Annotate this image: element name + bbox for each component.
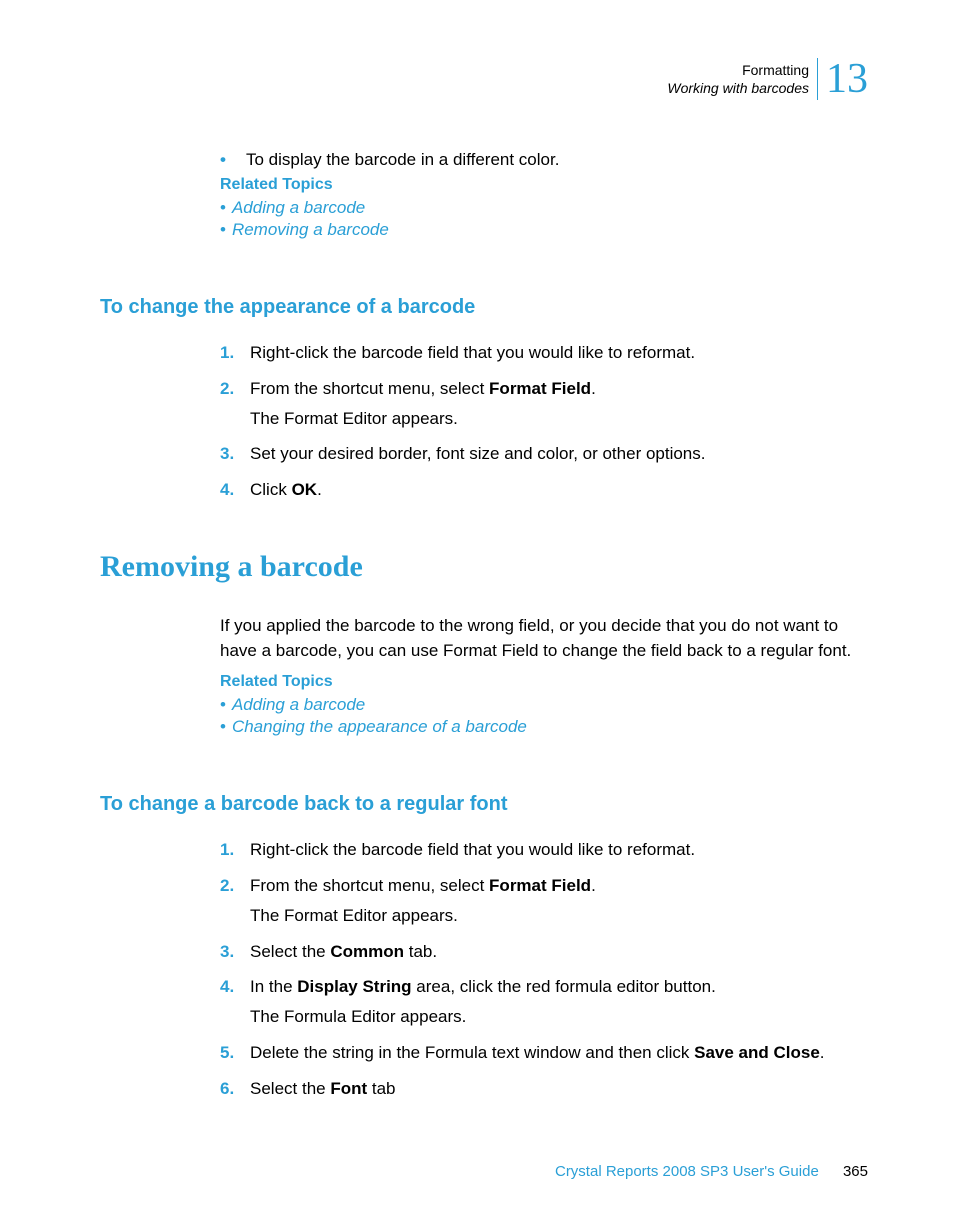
step-number: 6. — [220, 1077, 240, 1101]
step-body: Click OK. — [250, 478, 868, 502]
step-text: Click — [250, 480, 292, 499]
step-number: 3. — [220, 442, 240, 466]
steps-section1: 1. Right-click the barcode field that yo… — [220, 341, 868, 502]
header-inner: Formatting Working with barcodes 13 — [667, 58, 868, 100]
step-item: 3. Set your desired border, font size an… — [220, 442, 868, 466]
bullet-icon: • — [220, 695, 226, 715]
step-text-after: tab — [367, 1079, 395, 1098]
header-divider — [817, 58, 818, 100]
step-bold: Font — [330, 1079, 367, 1098]
paragraph: If you applied the barcode to the wrong … — [220, 614, 868, 663]
bullet-icon: • — [220, 717, 226, 737]
step-number: 2. — [220, 874, 240, 928]
bullet-icon: • — [220, 220, 226, 240]
link-text: Adding a barcode — [232, 695, 365, 715]
step-number: 1. — [220, 838, 240, 862]
header-section-name: Working with barcodes — [667, 79, 809, 97]
step-text-after: area, click the red formula editor butto… — [412, 977, 716, 996]
steps-section2: 1. Right-click the barcode field that yo… — [220, 838, 868, 1100]
page-number: 365 — [843, 1163, 868, 1180]
footer-title: Crystal Reports 2008 SP3 User's Guide — [555, 1163, 819, 1180]
step-body: Select the Font tab — [250, 1077, 868, 1101]
header-text: Formatting Working with barcodes — [667, 61, 809, 97]
step-text: Select the — [250, 1079, 330, 1098]
step-item: 6. Select the Font tab — [220, 1077, 868, 1101]
section2-content: If you applied the barcode to the wrong … — [220, 614, 868, 737]
step-number: 5. — [220, 1041, 240, 1065]
step-item: 1. Right-click the barcode field that yo… — [220, 838, 868, 862]
step-text: Delete the string in the Formula text wi… — [250, 1043, 694, 1062]
step-item: 1. Right-click the barcode field that yo… — [220, 341, 868, 365]
header-chapter-name: Formatting — [667, 61, 809, 79]
subheading-change-back-font: To change a barcode back to a regular fo… — [100, 793, 868, 816]
step-number: 4. — [220, 975, 240, 1029]
related-link-item[interactable]: • Changing the appearance of a barcode — [220, 717, 868, 737]
step-text-after: . — [591, 876, 596, 895]
step-text-after: tab. — [404, 942, 437, 961]
bullet-icon: • — [220, 150, 230, 170]
step-text: From the shortcut menu, select — [250, 876, 489, 895]
bullet-text: To display the barcode in a different co… — [246, 150, 559, 170]
related-link-item[interactable]: • Removing a barcode — [220, 220, 868, 240]
step-bold: Format Field — [489, 876, 591, 895]
step-body: In the Display String area, click the re… — [250, 975, 868, 1029]
step-text-after: . — [317, 480, 322, 499]
step-body: Set your desired border, font size and c… — [250, 442, 868, 466]
related-topics-heading: Related Topics — [220, 176, 868, 194]
step-result: The Format Editor appears. — [250, 407, 868, 431]
step-item: 5. Delete the string in the Formula text… — [220, 1041, 868, 1065]
step-item: 3. Select the Common tab. — [220, 940, 868, 964]
step-bold: OK — [292, 480, 318, 499]
step-text-after: . — [591, 379, 596, 398]
link-text: Changing the appearance of a barcode — [232, 717, 527, 737]
step-body: From the shortcut menu, select Format Fi… — [250, 874, 868, 928]
document-page: Formatting Working with barcodes 13 • To… — [0, 0, 954, 1163]
step-bold: Save and Close — [694, 1043, 820, 1062]
related-link-item[interactable]: • Adding a barcode — [220, 695, 868, 715]
link-text: Adding a barcode — [232, 198, 365, 218]
page-footer: Crystal Reports 2008 SP3 User's Guide 36… — [555, 1163, 868, 1180]
step-text: Select the — [250, 942, 330, 961]
step-number: 2. — [220, 377, 240, 431]
step-bold: Display String — [297, 977, 411, 996]
step-number: 1. — [220, 341, 240, 365]
step-body: Delete the string in the Formula text wi… — [250, 1041, 868, 1065]
step-number: 3. — [220, 940, 240, 964]
related-topics-heading: Related Topics — [220, 673, 868, 691]
step-result: The Formula Editor appears. — [250, 1005, 868, 1029]
step-text: From the shortcut menu, select — [250, 379, 489, 398]
step-text: In the — [250, 977, 297, 996]
step-item: 2. From the shortcut menu, select Format… — [220, 377, 868, 431]
related-link-item[interactable]: • Adding a barcode — [220, 198, 868, 218]
step-item: 4. Click OK. — [220, 478, 868, 502]
heading-removing-barcode: Removing a barcode — [100, 550, 868, 584]
link-text: Removing a barcode — [232, 220, 389, 240]
bullet-item: • To display the barcode in a different … — [220, 150, 868, 170]
bullet-icon: • — [220, 198, 226, 218]
chapter-number: 13 — [826, 58, 868, 100]
step-body: Right-click the barcode field that you w… — [250, 341, 868, 365]
step-text-after: . — [820, 1043, 825, 1062]
step-bold: Format Field — [489, 379, 591, 398]
step-item: 2. From the shortcut menu, select Format… — [220, 874, 868, 928]
step-body: From the shortcut menu, select Format Fi… — [250, 377, 868, 431]
page-header: Formatting Working with barcodes 13 — [100, 58, 868, 100]
subheading-change-appearance: To change the appearance of a barcode — [100, 296, 868, 319]
step-body: Select the Common tab. — [250, 940, 868, 964]
step-body: Right-click the barcode field that you w… — [250, 838, 868, 862]
step-result: The Format Editor appears. — [250, 904, 868, 928]
step-number: 4. — [220, 478, 240, 502]
step-bold: Common — [330, 942, 404, 961]
intro-content: • To display the barcode in a different … — [220, 150, 868, 240]
step-item: 4. In the Display String area, click the… — [220, 975, 868, 1029]
